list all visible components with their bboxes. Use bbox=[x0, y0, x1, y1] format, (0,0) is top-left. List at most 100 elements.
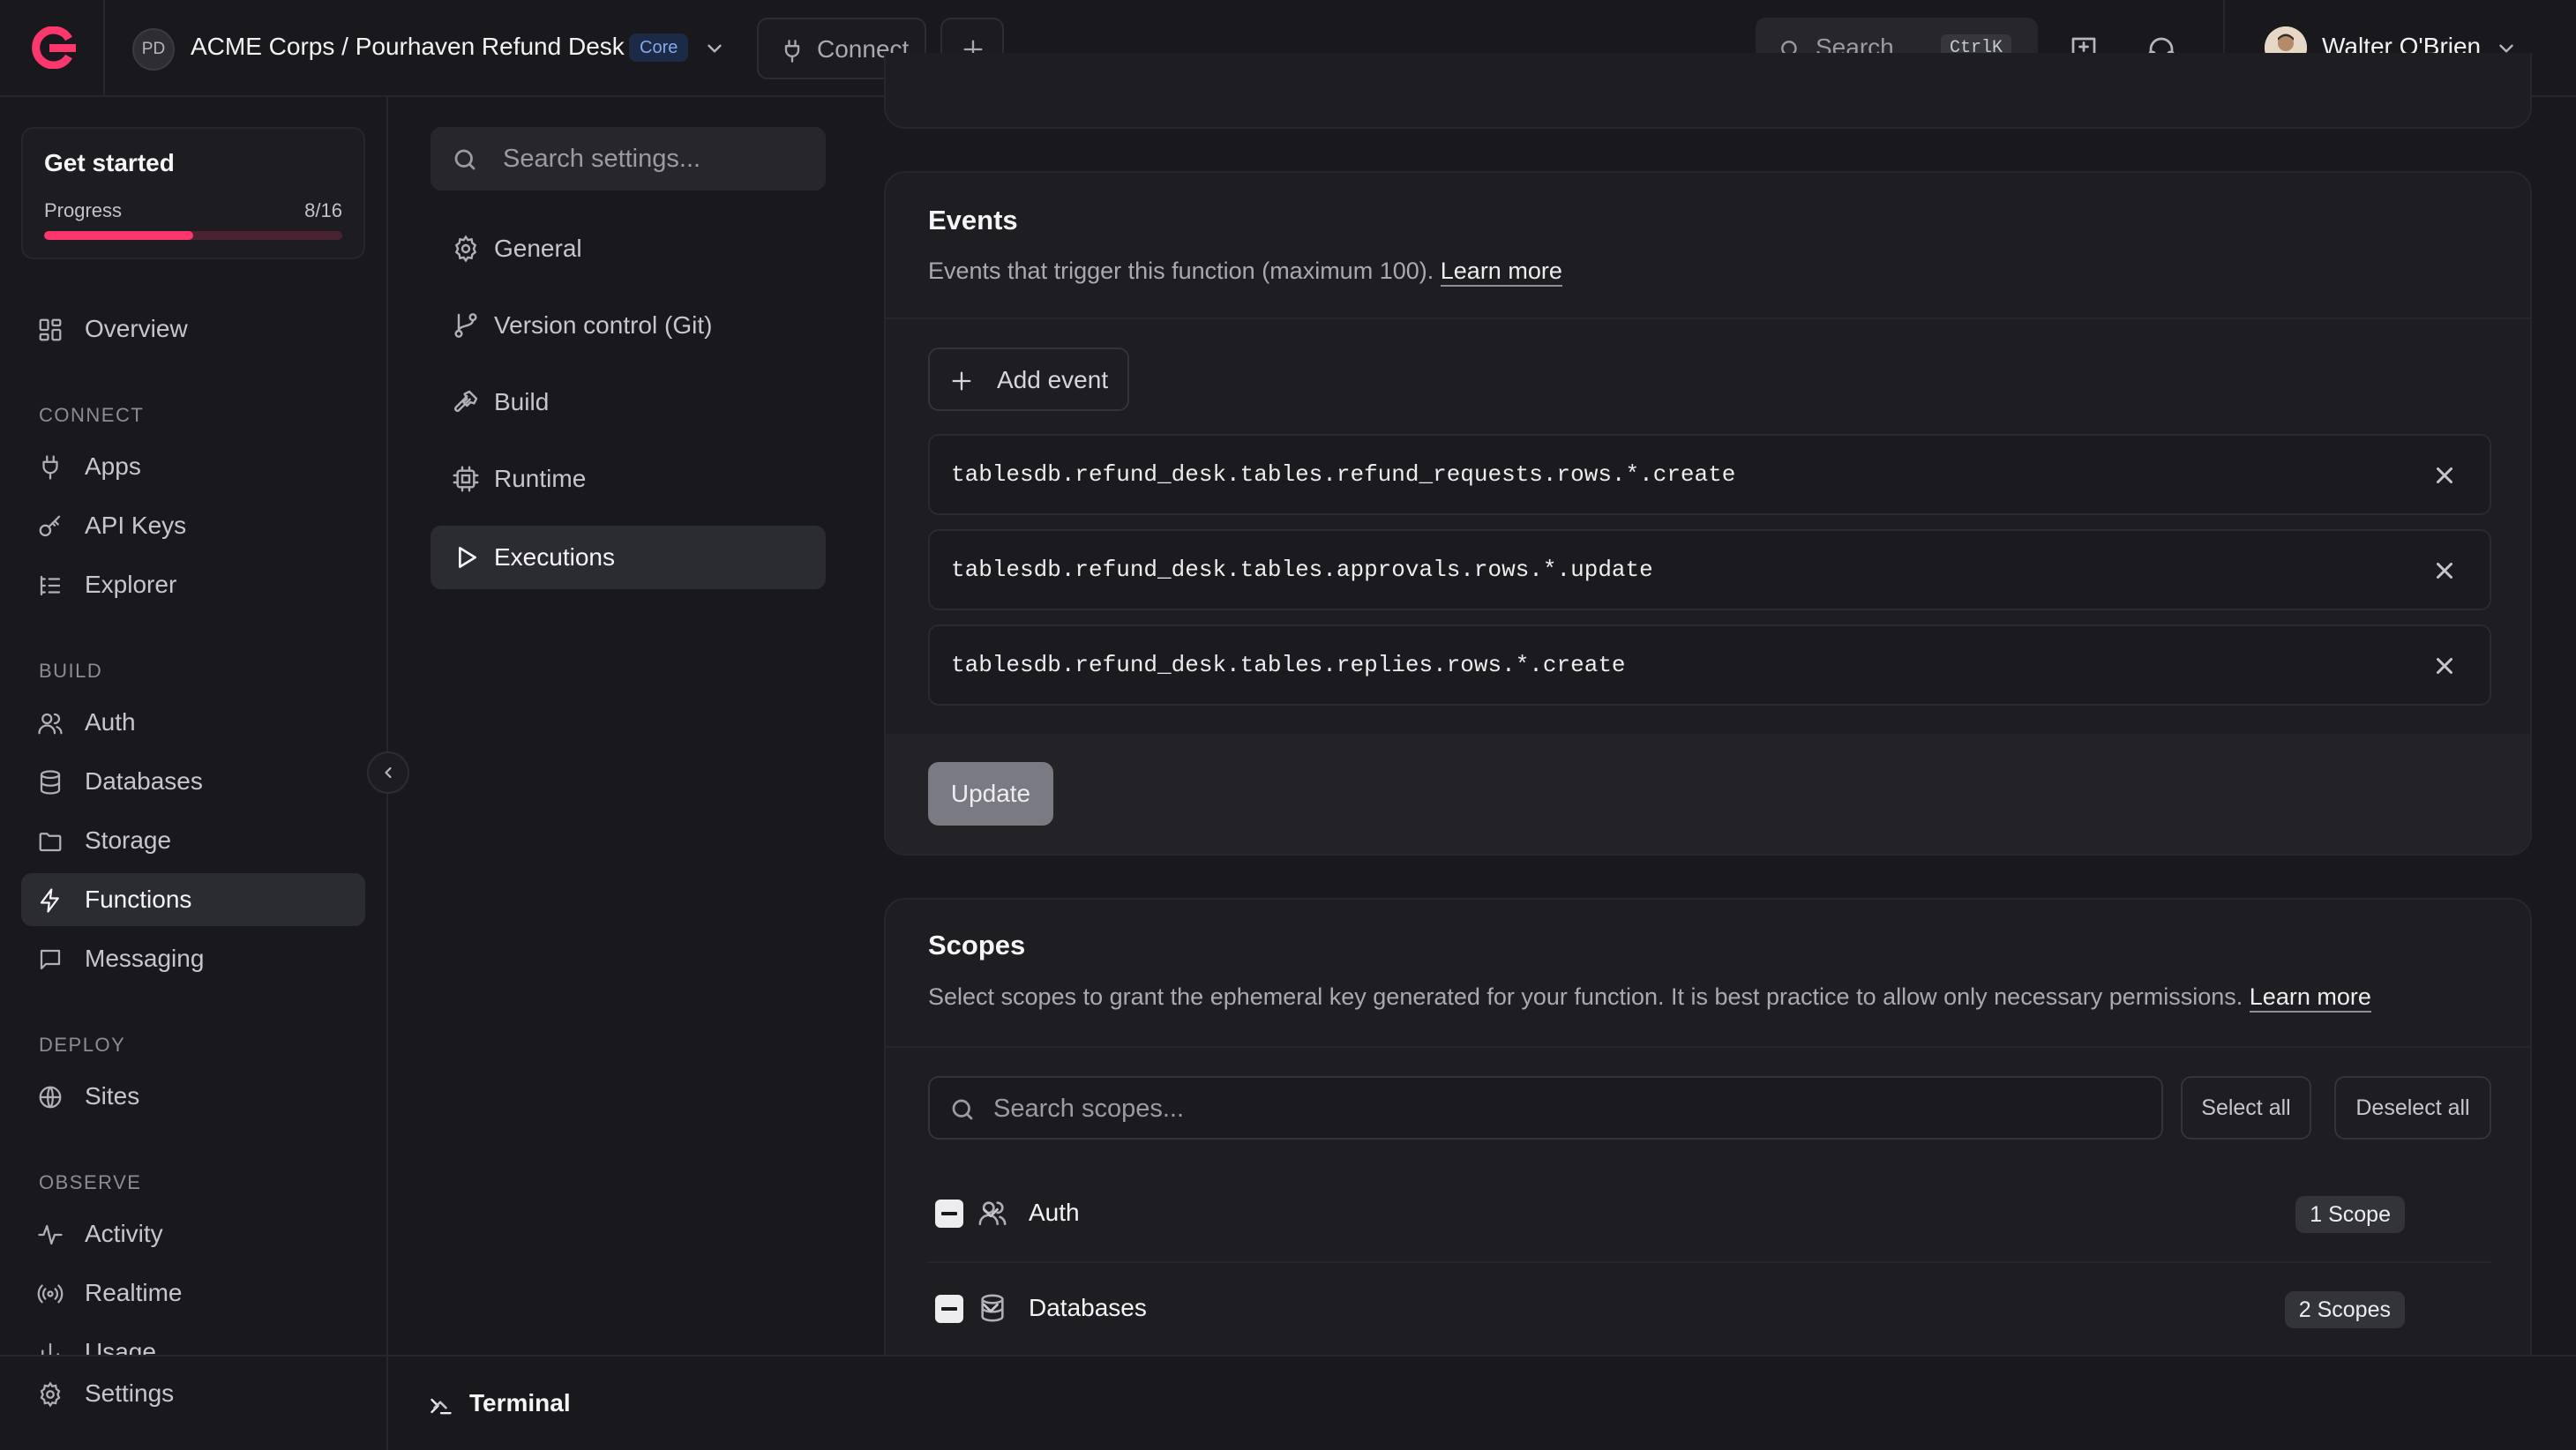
sidebar-item-messaging[interactable]: Messaging bbox=[21, 932, 365, 985]
settings-nav-executions[interactable]: Executions bbox=[431, 526, 826, 589]
event-name: tablesdb.refund_desk.tables.approvals.ro… bbox=[951, 557, 1653, 583]
settings-nav-general[interactable]: General bbox=[431, 217, 826, 280]
scope-group-auth[interactable]: Auth 1 Scope bbox=[928, 1164, 2491, 1259]
select-all-button[interactable]: Select all bbox=[2181, 1076, 2311, 1140]
org-project-title[interactable]: ACME Corps / Pourhaven Refund Desk bbox=[191, 30, 625, 64]
appwrite-logo-icon[interactable] bbox=[28, 26, 76, 69]
lightning-bolt-icon bbox=[37, 887, 64, 914]
settings-nav-label: Build bbox=[494, 388, 550, 415]
sidebar-item-databases[interactable]: Databases bbox=[21, 755, 365, 808]
chevron-up-icon[interactable] bbox=[429, 1394, 452, 1416]
database-icon bbox=[37, 769, 64, 796]
sidebar-item-realtime[interactable]: Realtime bbox=[21, 1267, 365, 1319]
close-icon[interactable] bbox=[2431, 557, 2458, 584]
settings-nav-label: General bbox=[494, 235, 582, 262]
close-icon[interactable] bbox=[2431, 653, 2458, 679]
scope-count-badge: 2 Scopes bbox=[2284, 1291, 2405, 1328]
sidebar-section-connect: CONNECT bbox=[39, 404, 145, 426]
settings-nav-runtime[interactable]: Runtime bbox=[431, 447, 826, 511]
sidebar-item-api-keys[interactable]: API Keys bbox=[21, 499, 365, 552]
sidebar-item-auth[interactable]: Auth bbox=[21, 696, 365, 749]
scope-group-databases[interactable]: Databases 2 Scopes bbox=[928, 1259, 2491, 1355]
sidebar-item-label: Sites bbox=[85, 1082, 140, 1110]
sidebar-footer: Settings bbox=[0, 1355, 386, 1450]
plan-badge: Core bbox=[629, 34, 689, 62]
scopes-learn-more-link[interactable]: Learn more bbox=[2249, 983, 2371, 1013]
scope-search-input[interactable]: Search scopes... bbox=[928, 1076, 2163, 1140]
sidebar-item-label: Databases bbox=[85, 767, 203, 795]
card-divider bbox=[886, 1046, 2530, 1048]
get-started-card[interactable]: Get started Progress 8/16 bbox=[21, 127, 365, 259]
sidebar-section-deploy: DEPLOY bbox=[39, 1034, 126, 1056]
scope-count-badge: 1 Scope bbox=[2295, 1196, 2405, 1233]
event-name: tablesdb.refund_desk.tables.replies.rows… bbox=[951, 652, 1626, 678]
terminal-label: Terminal bbox=[469, 1389, 571, 1416]
sidebar-item-functions[interactable]: Functions bbox=[21, 873, 365, 926]
scope-group-name: Auth bbox=[1029, 1199, 1080, 1226]
settings-nav-label: Version control (Git) bbox=[494, 311, 713, 339]
settings-nav-label: Runtime bbox=[494, 465, 587, 492]
scopes-title: Scopes bbox=[928, 930, 1026, 960]
chevron-down-icon[interactable] bbox=[703, 37, 726, 60]
sidebar-item-label: Auth bbox=[85, 708, 136, 736]
play-icon bbox=[452, 543, 480, 572]
sidebar-item-settings[interactable]: Settings bbox=[21, 1367, 365, 1420]
gear-icon bbox=[37, 1381, 64, 1408]
sidebar-item-label: Storage bbox=[85, 826, 172, 854]
card-divider bbox=[886, 318, 2530, 319]
sidebar-item-explorer[interactable]: Explorer bbox=[21, 558, 365, 611]
sidebar-item-label: Messaging bbox=[85, 945, 205, 972]
sidebar-item-overview[interactable]: Overview bbox=[21, 303, 365, 355]
cpu-chip-icon bbox=[452, 465, 480, 493]
get-started-title: Get started bbox=[44, 149, 175, 176]
settings-nav-build[interactable]: Build bbox=[431, 370, 826, 434]
terminal-panel[interactable]: Terminal bbox=[388, 1355, 2576, 1450]
event-row: tablesdb.refund_desk.tables.replies.rows… bbox=[928, 624, 2491, 706]
topbar-divider bbox=[103, 0, 105, 97]
events-title: Events bbox=[928, 205, 1018, 235]
indeterminate-checkbox[interactable] bbox=[935, 1200, 963, 1228]
org-avatar[interactable]: PD bbox=[132, 28, 175, 71]
chevron-down-icon[interactable] bbox=[977, 1295, 1004, 1321]
sidebar-item-label: Settings bbox=[85, 1379, 175, 1407]
sidebar-item-label: Explorer bbox=[85, 571, 177, 598]
indeterminate-checkbox[interactable] bbox=[935, 1295, 963, 1323]
update-button[interactable]: Update bbox=[928, 762, 1053, 826]
sidebar-item-apps[interactable]: Apps bbox=[21, 440, 365, 493]
message-square-icon bbox=[37, 946, 64, 973]
progress-bar bbox=[44, 231, 342, 240]
chevron-down-icon[interactable] bbox=[977, 1200, 1004, 1226]
sidebar-section-build: BUILD bbox=[39, 660, 103, 682]
add-event-button[interactable]: Add event bbox=[928, 348, 1129, 411]
key-icon bbox=[37, 513, 64, 540]
git-branch-icon bbox=[452, 311, 480, 340]
events-card-footer: Update bbox=[886, 734, 2530, 854]
settings-search-input[interactable]: Search settings... bbox=[431, 127, 826, 191]
sidebar-item-label: Activity bbox=[85, 1220, 163, 1247]
collapse-sidebar-button[interactable] bbox=[367, 751, 409, 794]
progress-count: 8/16 bbox=[304, 199, 342, 221]
settings-nav-version-control[interactable]: Version control (Git) bbox=[431, 294, 826, 357]
sidebar-item-sites[interactable]: Sites bbox=[21, 1070, 365, 1123]
chevron-left-icon bbox=[379, 764, 397, 781]
progress-bar-fill bbox=[44, 231, 193, 240]
globe-icon bbox=[37, 1084, 64, 1110]
progress-label: Progress bbox=[44, 199, 123, 221]
deselect-all-button[interactable]: Deselect all bbox=[2334, 1076, 2491, 1140]
events-learn-more-link[interactable]: Learn more bbox=[1440, 258, 1562, 287]
activity-pulse-icon bbox=[37, 1222, 64, 1248]
plug-icon bbox=[37, 454, 64, 481]
gear-icon bbox=[452, 235, 480, 263]
sidebar-item-label: API Keys bbox=[85, 512, 187, 539]
sidebar-item-storage[interactable]: Storage bbox=[21, 814, 365, 867]
settings-nav-label: Executions bbox=[494, 543, 615, 571]
sidebar-section-observe: OBSERVE bbox=[39, 1171, 142, 1193]
sidebar-item-activity[interactable]: Activity bbox=[21, 1207, 365, 1260]
events-description-text: Events that trigger this function (maxim… bbox=[928, 258, 1434, 284]
previous-section-card bbox=[884, 53, 2532, 129]
hammer-icon bbox=[452, 388, 480, 416]
list-tree-icon bbox=[37, 572, 64, 599]
close-icon[interactable] bbox=[2431, 462, 2458, 489]
scope-search-placeholder: Search scopes... bbox=[993, 1095, 1184, 1123]
search-icon bbox=[949, 1096, 976, 1123]
